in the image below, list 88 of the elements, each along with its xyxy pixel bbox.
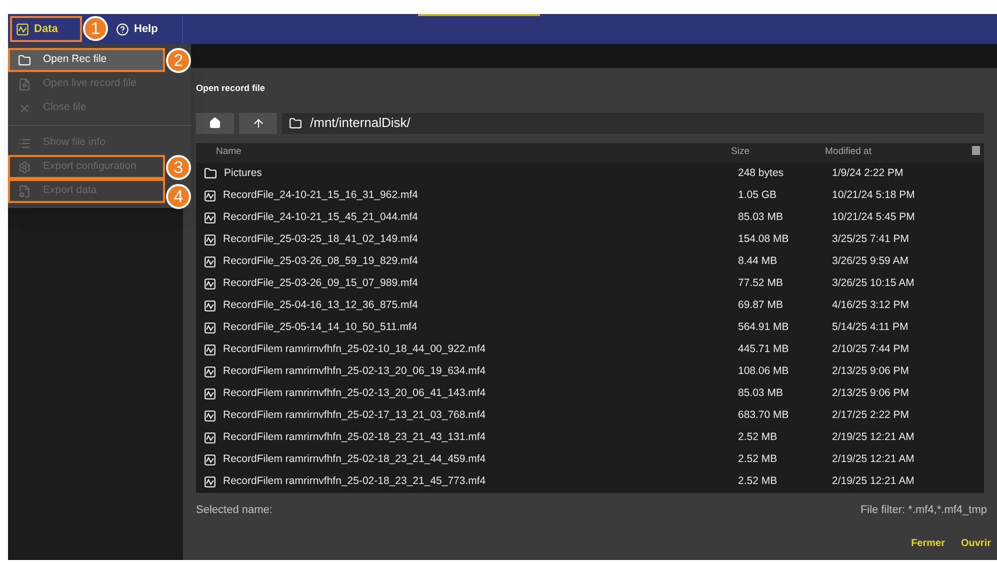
dialog-button[interactable]: Ouvrir (960, 536, 991, 551)
file-modified: 3/26/25 10:15 AM (831, 276, 914, 291)
file-name[interactable]: RecordFile_25-03-26_08_59_19_829.mf4 (223, 254, 418, 270)
callout-badge: 2 (166, 48, 191, 73)
waveform-icon (16, 22, 29, 36)
record-file-icon (204, 454, 216, 466)
file-size: 69.87 MB (737, 298, 784, 313)
file-modified: 2/17/25 2:22 PM (831, 408, 910, 423)
file-size: 108.06 MB (737, 364, 790, 379)
file-modified: 10/21/24 5:18 PM (831, 188, 915, 203)
dialog-button[interactable]: Fermer (911, 536, 945, 551)
file-size: 683.70 MB (737, 408, 790, 423)
file-name[interactable]: RecordFile_24-10-21_15_16_31_962.mf4 (223, 188, 418, 204)
file-name[interactable]: Pictures (224, 166, 262, 182)
file-modified: 2/13/25 9:06 PM (831, 386, 910, 401)
file-name[interactable]: RecordFilem ramrirnvfhfn_25-02-18_23_21_44_459.mf4 (223, 452, 486, 468)
close-icon (18, 102, 31, 114)
file-name[interactable]: RecordFile_24-10-21_15_45_21_044.mf4 (223, 210, 418, 226)
record-file-icon (204, 300, 216, 312)
record-file-icon (204, 476, 216, 488)
file-size: 2.52 MB (737, 430, 778, 445)
record-file-icon (204, 388, 216, 400)
file-size: 77.52 MB (737, 276, 784, 291)
record-file-icon (204, 256, 216, 268)
record-file-icon (204, 190, 216, 202)
file-size: 8.44 MB (737, 254, 778, 269)
record-file-icon (204, 344, 216, 356)
column-header[interactable]: Size (731, 145, 825, 160)
record-file-icon (204, 212, 216, 224)
folder-icon (204, 167, 217, 180)
file-modified: 2/19/25 12:21 AM (831, 452, 914, 467)
up-button[interactable] (239, 112, 277, 134)
file-size: 2.52 MB (737, 452, 778, 467)
file-modified: 10/21/24 5:45 PM (831, 210, 915, 225)
home-icon (209, 117, 221, 129)
file-name[interactable]: RecordFile_25-03-25_18_41_02_149.mf4 (223, 232, 418, 248)
file-size: 248 bytes (737, 166, 785, 181)
file-name[interactable]: RecordFile_25-05-14_14_10_50_511.mf4 (223, 320, 418, 336)
file-size: 154.08 MB (737, 232, 790, 247)
help-icon (116, 22, 129, 36)
record-file-icon (204, 432, 216, 444)
file-name[interactable]: RecordFilem ramrirnvfhfn_25-02-13_20_06_41_143.mf4 (223, 386, 486, 402)
file-modified: 2/10/25 7:44 PM (831, 342, 910, 357)
file-name[interactable]: RecordFilem ramrirnvfhfn_25-02-18_23_21_43_131.mf4 (223, 430, 486, 446)
selected-name-label: Selected name: (196, 502, 272, 518)
record-file-icon (204, 234, 216, 246)
menu-item[interactable]: Open Rec file (8, 48, 165, 72)
file-name[interactable]: RecordFilem ramrirnvfhfn_25-02-18_23_21_45_773.mf4 (223, 474, 486, 490)
record-file-icon (204, 278, 216, 290)
file-name[interactable]: RecordFilem ramrirnvfhfn_25-02-10_18_44_00_922.mf4 (223, 342, 486, 358)
file-modified: 3/26/25 9:59 AM (831, 254, 908, 269)
file-name[interactable]: RecordFile_25-03-26_09_15_07_989.mf4 (223, 276, 418, 292)
callout-badge: 1 (83, 16, 108, 41)
file-modified: 5/14/25 4:11 PM (831, 320, 908, 335)
file-gear-icon (18, 184, 31, 198)
file-name[interactable]: RecordFile_25-04-16_13_12_36_875.mf4 (223, 298, 418, 314)
home-button[interactable] (196, 112, 234, 134)
file-modified: 1/9/24 2:22 PM (831, 166, 904, 181)
callout-badge: 4 (166, 184, 191, 209)
menu-tab[interactable]: Help (110, 16, 164, 42)
callout-badge: 3 (166, 155, 191, 180)
menu-tab[interactable]: Data (10, 16, 82, 42)
record-file-icon (204, 322, 216, 334)
file-size: 564.91 MB (737, 320, 790, 335)
file-modified: 2/13/25 9:06 PM (831, 364, 910, 379)
file-play-icon (18, 78, 31, 90)
dialog-title: Open record file (196, 82, 266, 95)
folder-icon (289, 116, 302, 130)
path-field[interactable]: /mnt/internalDisk/ (282, 112, 984, 134)
file-filter: File filter: *.mf4,*.mf4_tmp (860, 502, 987, 518)
folder-icon (18, 54, 31, 66)
file-modified: 3/25/25 7:41 PM (831, 232, 910, 247)
file-name[interactable]: RecordFilem ramrirnvfhfn_25-02-17_13_21_03_768.mf4 (223, 408, 486, 424)
file-size: 85.03 MB (737, 210, 784, 225)
file-size: 2.52 MB (737, 474, 778, 489)
column-header[interactable]: Name (216, 146, 242, 158)
file-modified: 4/16/25 3:12 PM (831, 298, 910, 313)
file-size: 445.71 MB (737, 342, 790, 357)
file-modified: 2/19/25 12:21 AM (831, 430, 914, 445)
file-name[interactable]: RecordFilem ramrirnvfhfn_25-02-13_20_06_19_634.mf4 (223, 364, 486, 380)
file-size: 1.05 GB (737, 188, 778, 203)
record-file-icon (204, 366, 216, 378)
arrow-up-icon (252, 116, 264, 130)
record-file-icon (204, 410, 216, 422)
file-size: 85.03 MB (737, 386, 784, 401)
column-header[interactable]: Modified at (825, 145, 872, 160)
gear-icon (18, 160, 31, 174)
file-modified: 2/19/25 12:21 AM (831, 474, 914, 489)
